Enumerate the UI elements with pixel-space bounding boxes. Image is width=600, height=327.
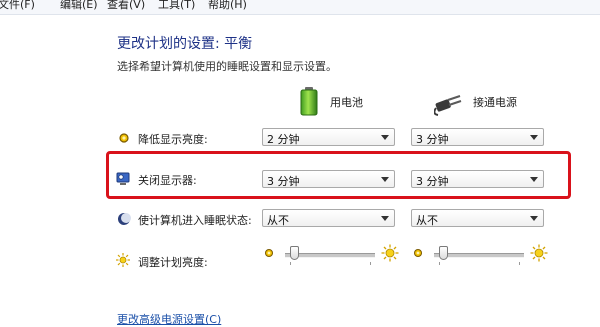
- menu-bar: 文件(F) 编辑(E) 查看(V) 工具(T) 帮助(H): [0, 0, 600, 15]
- dim-display-icon: [119, 133, 129, 143]
- brightness-high-icon: [381, 244, 399, 262]
- slider-tick: [439, 262, 440, 265]
- sleep-battery-value: 从不: [267, 214, 289, 227]
- sleep-plugged-select[interactable]: 从不: [411, 209, 544, 227]
- page-subtitle: 选择希望计算机使用的睡眠设置和显示设置。: [117, 60, 337, 73]
- dim-plugged-value: 3 分钟: [416, 133, 449, 146]
- menu-tools[interactable]: 工具(T): [158, 0, 195, 12]
- dim-battery-value: 2 分钟: [267, 133, 300, 146]
- brightness-low-icon: [265, 249, 273, 257]
- brightness-plugged-thumb[interactable]: [439, 246, 448, 260]
- slider-tick: [519, 262, 520, 265]
- chevron-down-icon: [381, 216, 389, 221]
- sun-icon: [116, 253, 130, 267]
- column-label-plugged: 接通电源: [473, 96, 517, 109]
- dim-plugged-select[interactable]: 3 分钟: [411, 128, 544, 146]
- brightness-low-icon: [414, 249, 422, 257]
- power-plug-icon: [434, 95, 462, 116]
- sleep-plugged-value: 从不: [416, 214, 438, 227]
- chevron-down-icon: [530, 216, 538, 221]
- battery-icon: [300, 87, 318, 116]
- brightness-battery-thumb[interactable]: [290, 246, 299, 260]
- menu-view[interactable]: 查看(V): [107, 0, 145, 12]
- menu-file[interactable]: 文件(F): [0, 0, 35, 12]
- row-label-dim: 降低显示亮度:: [138, 133, 208, 146]
- advanced-power-settings-link[interactable]: 更改高级电源设置(C): [117, 311, 221, 327]
- row-label-sleep: 使计算机进入睡眠状态:: [138, 214, 252, 227]
- highlight-annotation: [106, 151, 571, 199]
- brightness-high-icon: [530, 244, 548, 262]
- menu-help[interactable]: 帮助(H): [208, 0, 247, 12]
- sleep-battery-select[interactable]: 从不: [262, 209, 395, 227]
- moon-icon: [118, 213, 131, 225]
- menu-edit[interactable]: 编辑(E): [60, 0, 98, 12]
- column-label-battery: 用电池: [330, 96, 363, 109]
- chevron-down-icon: [381, 135, 389, 140]
- column-header-plugged: 接通电源: [434, 86, 554, 116]
- slider-tick: [290, 262, 291, 265]
- slider-tick: [370, 262, 371, 265]
- chevron-down-icon: [530, 135, 538, 140]
- row-label-brightness: 调整计划亮度:: [138, 256, 208, 269]
- dim-battery-select[interactable]: 2 分钟: [262, 128, 395, 146]
- column-header-battery: 用电池: [299, 86, 409, 116]
- page-title: 更改计划的设置: 平衡: [117, 36, 253, 52]
